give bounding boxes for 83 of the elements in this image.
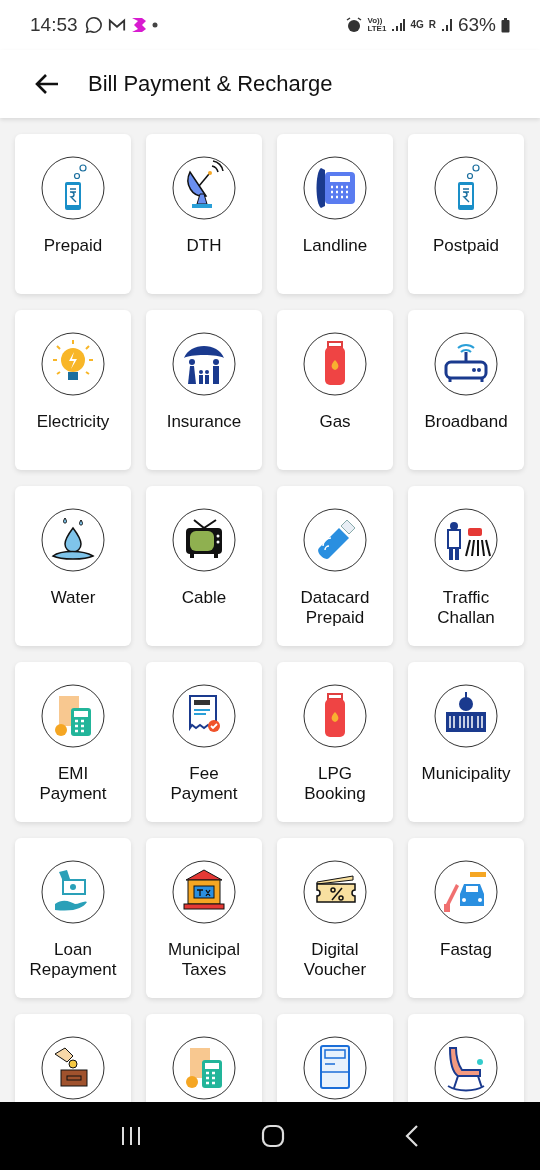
calculator-icon — [172, 1036, 236, 1100]
service-tile[interactable]: Gas — [277, 310, 393, 470]
service-tile[interactable]: Digital Voucher — [277, 838, 393, 998]
service-label: Loan Repayment — [29, 940, 117, 980]
service-label: Traffic Challan — [437, 588, 495, 628]
service-tile[interactable]: Fastag — [408, 838, 524, 998]
service-label: Fee Payment — [170, 764, 238, 804]
service-tile[interactable]: Postpaid — [408, 134, 524, 294]
back-arrow-icon[interactable] — [34, 73, 60, 95]
service-label: Water — [50, 588, 96, 608]
service-label: Insurance — [166, 412, 242, 432]
service-label: Fastag — [440, 940, 492, 960]
ticket-icon — [303, 860, 367, 924]
service-label: Municipality — [421, 764, 511, 784]
page-title: Bill Payment & Recharge — [88, 71, 333, 97]
government-building-icon — [434, 684, 498, 748]
service-label: Datacard Prepaid — [300, 588, 370, 628]
lte-label: LTE1 — [367, 25, 387, 33]
phone-icon — [434, 156, 498, 220]
signal-icon — [391, 18, 406, 32]
service-label: Prepaid — [43, 236, 103, 256]
alarm-icon — [346, 17, 363, 33]
router-icon — [434, 332, 498, 396]
rocking-chair-icon — [434, 1036, 498, 1100]
service-tile[interactable]: Loan Repayment — [15, 838, 131, 998]
battery-percent: 63% — [457, 14, 496, 36]
service-label: LPG Booking — [304, 764, 366, 804]
service-label: DTH — [186, 236, 222, 256]
app-logo-icon — [130, 17, 147, 33]
chat-bubble-icon — [84, 16, 103, 34]
network-label: 4G — [410, 20, 424, 30]
service-tile[interactable]: Broadband — [408, 310, 524, 470]
battery-icon — [501, 17, 510, 33]
service-label: Landline — [302, 236, 368, 256]
back-icon[interactable] — [404, 1124, 421, 1148]
service-label: Electricity — [36, 412, 110, 432]
signal-icon — [440, 18, 453, 32]
volte-label: Vo)) — [367, 17, 383, 25]
satellite-dish-icon — [172, 156, 236, 220]
status-time: 14:53 — [30, 14, 78, 36]
service-tile[interactable]: Landline — [277, 134, 393, 294]
service-label: Digital Voucher — [303, 940, 367, 980]
service-label: EMI Payment — [39, 764, 107, 804]
water-drop-icon — [41, 508, 105, 572]
service-tile[interactable]: Traffic Challan — [408, 486, 524, 646]
calculator-icon — [41, 684, 105, 748]
family-umbrella-icon — [172, 332, 236, 396]
usb-stick-icon — [303, 508, 367, 572]
dot-icon — [151, 22, 158, 28]
electric-meter-icon — [303, 1036, 367, 1100]
home-icon[interactable] — [261, 1124, 285, 1148]
light-bulb-icon — [41, 332, 105, 396]
hand-money-icon — [41, 860, 105, 924]
service-label: Municipal Taxes — [168, 940, 240, 980]
service-label: Postpaid — [432, 236, 500, 256]
service-tile[interactable]: Datacard Prepaid — [277, 486, 393, 646]
service-tile[interactable]: Cable — [146, 486, 262, 646]
gas-cylinder-icon — [303, 332, 367, 396]
fee-receipt-icon — [172, 684, 236, 748]
hand-coin-box-icon — [41, 1036, 105, 1100]
roaming-label: R — [428, 20, 436, 30]
service-tile[interactable]: Electricity — [15, 310, 131, 470]
service-tile[interactable]: DTH — [146, 134, 262, 294]
service-tile[interactable]: Insurance — [146, 310, 262, 470]
gas-cylinder-icon — [303, 684, 367, 748]
service-label: Gas — [319, 412, 351, 432]
service-tile[interactable]: LPG Booking — [277, 662, 393, 822]
traffic-police-icon — [434, 508, 498, 572]
recent-apps-icon[interactable] — [119, 1125, 142, 1147]
telephone-icon — [303, 156, 367, 220]
phone-icon — [41, 156, 105, 220]
mail-icon — [107, 17, 126, 33]
service-tile[interactable]: Prepaid — [15, 134, 131, 294]
tax-building-icon — [172, 860, 236, 924]
tv-icon — [172, 508, 236, 572]
service-label: Cable — [181, 588, 227, 608]
service-tile[interactable]: Water — [15, 486, 131, 646]
service-tile[interactable]: Municipality — [408, 662, 524, 822]
service-tile[interactable]: Municipal Taxes — [146, 838, 262, 998]
service-tile[interactable]: EMI Payment — [15, 662, 131, 822]
service-tile[interactable]: Fee Payment — [146, 662, 262, 822]
service-label: Broadband — [424, 412, 508, 432]
car-toll-icon — [434, 860, 498, 924]
